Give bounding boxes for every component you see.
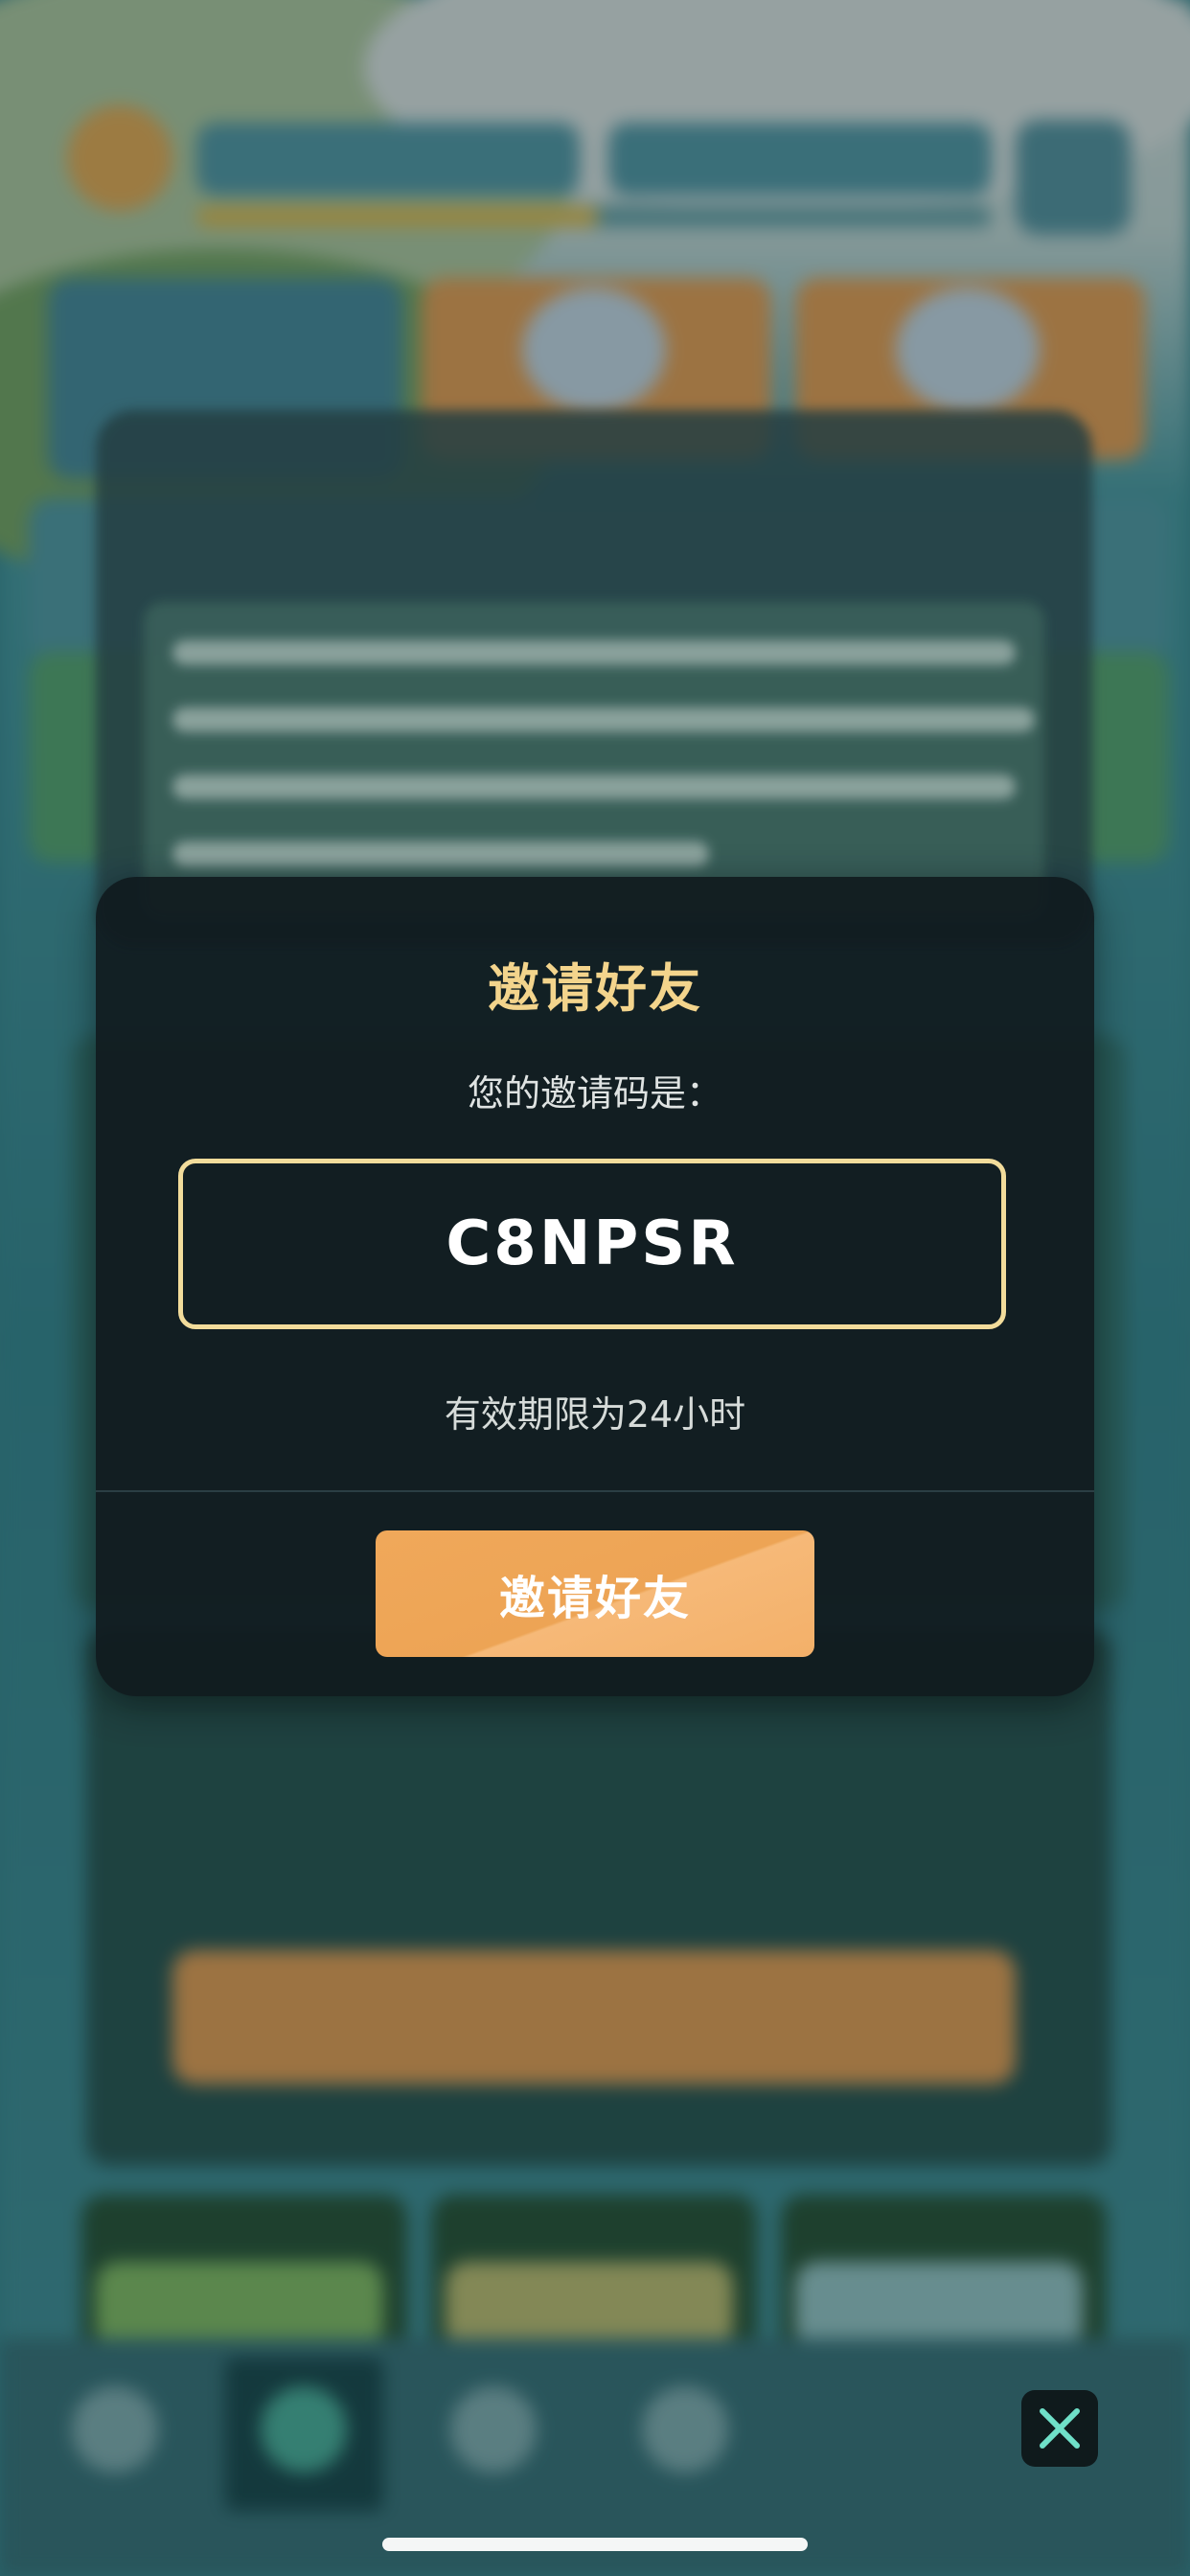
invite-friend-button[interactable]: 邀请好友 [376, 1530, 814, 1657]
home-indicator [382, 2538, 808, 2551]
invite-code-box[interactable]: C8NPSR [178, 1159, 1006, 1329]
modal-title: 邀请好友 [488, 958, 702, 1019]
invite-modal: 邀请好友 您的邀请码是： C8NPSR 有效期限为24小时 邀请好友 [96, 877, 1094, 1696]
invite-code-label: 您的邀请码是： [467, 1072, 722, 1115]
invite-button-label: 邀请好友 [498, 1572, 691, 1625]
modal-divider [96, 1490, 1094, 1492]
validity-text: 有效期限为24小时 [444, 1393, 746, 1436]
close-button[interactable] [1021, 2390, 1098, 2467]
close-x-icon [1040, 2408, 1080, 2449]
invite-code-value[interactable]: C8NPSR [446, 1208, 738, 1279]
background-modal [96, 410, 1092, 947]
